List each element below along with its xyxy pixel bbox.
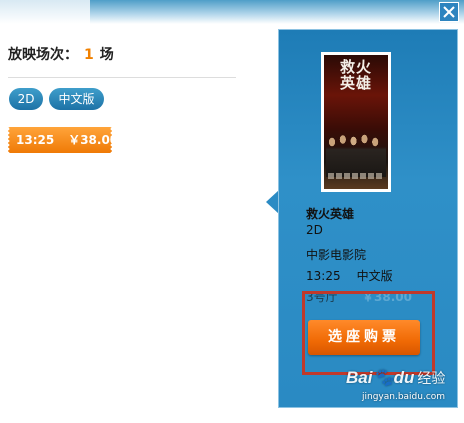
- showtime-button[interactable]: 13:25 ￥38.00: [6, 127, 118, 153]
- showtime-time: 13:25: [16, 133, 55, 147]
- title-bar-left: [0, 0, 90, 24]
- baidu-watermark: Bai🐾du 经验: [346, 368, 445, 388]
- film-time-row: 13:25 中文版: [306, 267, 393, 284]
- watermark-product: 经验: [417, 371, 446, 387]
- movie-poster: 救火英雄: [321, 52, 391, 192]
- poster-image: 救火英雄: [324, 55, 388, 189]
- film-time: 13:25: [306, 269, 341, 283]
- watermark-brand: Bai: [346, 368, 373, 387]
- close-button[interactable]: [439, 2, 459, 22]
- showings-number: 1: [84, 47, 94, 63]
- poster-figures: [326, 127, 386, 177]
- showings-count: 放映场次： 1 场: [8, 44, 114, 64]
- film-title: 救火英雄: [306, 207, 355, 221]
- poster-credits: [328, 173, 384, 179]
- paw-icon: 🐾: [372, 368, 394, 387]
- showings-label: 放映场次：: [8, 47, 78, 63]
- film-cinema: 中影电影院: [306, 248, 367, 262]
- watermark-brand-suffix: du: [393, 368, 415, 387]
- buy-ticket-button[interactable]: 选座购票: [308, 320, 420, 355]
- film-language: 中文版: [356, 269, 393, 283]
- showtime-price: ￥38.00: [68, 133, 119, 147]
- film-format: 2D: [306, 223, 323, 237]
- watermark-url: jingyan.baidu.com: [362, 392, 446, 402]
- language-tag[interactable]: 中文版: [49, 88, 104, 110]
- showings-unit: 场: [99, 47, 114, 63]
- close-icon: [443, 6, 455, 18]
- poster-title: 救火英雄: [339, 58, 372, 92]
- format-tag-2d[interactable]: 2D: [9, 88, 43, 110]
- ticket-popup: 放映场次： 1 场 2D 中文版 13:25 ￥38.00 救火英雄 救火英雄 2D …: [0, 0, 464, 423]
- divider: [8, 77, 236, 78]
